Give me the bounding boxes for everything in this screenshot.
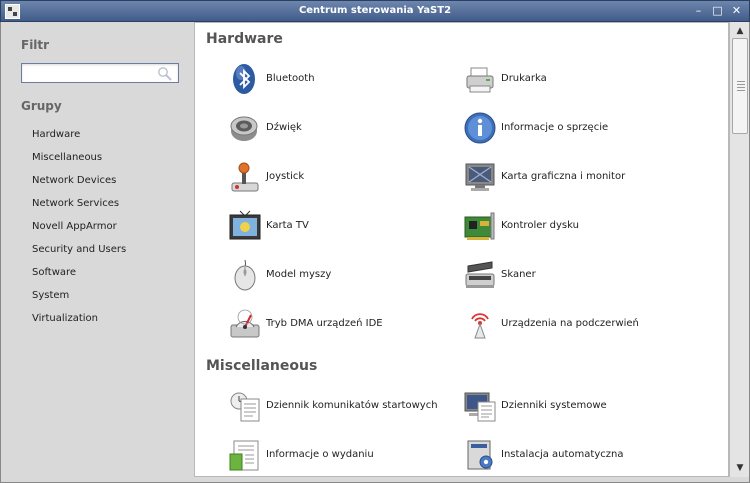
group-network-services[interactable]: Network Services bbox=[32, 197, 126, 220]
title-bar: Centrum sterowania YaST2 – □ ✕ bbox=[0, 0, 750, 22]
tv-card-icon bbox=[229, 210, 261, 240]
scrollbar-thumb[interactable] bbox=[732, 38, 748, 134]
search-icon bbox=[158, 67, 172, 81]
filter-label: Filtr bbox=[21, 38, 50, 52]
module-informacje-o-sprzecie[interactable]: Informacje o sprzęcie bbox=[463, 109, 683, 147]
scroll-up-arrow-icon[interactable]: ▲ bbox=[733, 24, 747, 38]
module-label: Bluetooth bbox=[266, 73, 315, 84]
window-title: Centrum sterowania YaST2 bbox=[298, 5, 452, 16]
scanner-icon bbox=[465, 261, 495, 288]
close-button[interactable]: ✕ bbox=[730, 5, 743, 18]
module-label: Urządzenia na podczerwień bbox=[501, 318, 639, 329]
filter-input[interactable] bbox=[25, 65, 151, 81]
group-list: Hardware Miscellaneous Network Devices N… bbox=[32, 128, 126, 335]
window-body: Filtr Grupy Hardware Miscellaneous Netwo… bbox=[0, 22, 750, 483]
group-network-devices[interactable]: Network Devices bbox=[32, 174, 126, 197]
module-label: Karta TV bbox=[266, 220, 309, 231]
module-kontroler-dysku[interactable]: Kontroler dysku bbox=[463, 207, 683, 245]
module-karta-tv[interactable]: Karta TV bbox=[228, 207, 448, 245]
module-joystick[interactable]: Joystick bbox=[228, 158, 448, 196]
group-novell-apparmor[interactable]: Novell AppArmor bbox=[32, 220, 126, 243]
group-hardware[interactable]: Hardware bbox=[32, 128, 126, 151]
module-label: Karta graficzna i monitor bbox=[501, 171, 626, 182]
module-label: Dźwięk bbox=[266, 122, 302, 133]
module-label: Joystick bbox=[266, 171, 305, 182]
module-label: Instalacja automatyczna bbox=[501, 449, 624, 460]
module-drukarka[interactable]: Drukarka bbox=[463, 60, 683, 98]
section-title-miscellaneous: Miscellaneous bbox=[206, 358, 318, 374]
group-system[interactable]: System bbox=[32, 289, 126, 312]
maximize-button[interactable]: □ bbox=[711, 5, 724, 18]
module-skaner[interactable]: Skaner bbox=[463, 256, 683, 294]
module-label: Informacje o sprzęcie bbox=[501, 122, 609, 133]
groups-label: Grupy bbox=[21, 99, 62, 113]
module-instalacja-automatyczna[interactable]: Instalacja automatyczna bbox=[463, 436, 683, 474]
sidebar: Filtr Grupy Hardware Miscellaneous Netwo… bbox=[1, 22, 194, 482]
bluetooth-icon bbox=[233, 64, 255, 94]
module-label: Tryb DMA urządzeń IDE bbox=[266, 318, 383, 329]
group-miscellaneous[interactable]: Miscellaneous bbox=[32, 151, 126, 174]
info-icon bbox=[464, 112, 496, 144]
scroll-down-arrow-icon[interactable]: ▼ bbox=[733, 461, 747, 475]
module-label: Drukarka bbox=[501, 73, 547, 84]
module-model-myszy[interactable]: Model myszy bbox=[228, 256, 448, 294]
system-log-icon bbox=[464, 392, 496, 422]
minimize-button[interactable]: – bbox=[692, 5, 705, 18]
ide-dma-icon bbox=[230, 309, 260, 338]
module-informacje-o-wydaniu[interactable]: Informacje o wydaniu bbox=[228, 436, 448, 474]
group-virtualization[interactable]: Virtualization bbox=[32, 312, 126, 335]
module-urzadzenia-na-podczerwien[interactable]: Urządzenia na podczerwień bbox=[463, 305, 683, 343]
disk-controller-icon bbox=[464, 212, 495, 240]
module-label: Kontroler dysku bbox=[501, 220, 579, 231]
module-bluetooth[interactable]: Bluetooth bbox=[228, 60, 448, 98]
module-label: Dziennik komunikatów startowych bbox=[266, 400, 438, 411]
module-dzienniki-systemowe[interactable]: Dzienniki systemowe bbox=[463, 387, 683, 425]
module-dzwiek[interactable]: Dźwięk bbox=[228, 109, 448, 147]
vertical-scrollbar[interactable]: ▲ ▼ bbox=[729, 22, 749, 477]
group-security-and-users[interactable]: Security and Users bbox=[32, 243, 126, 266]
mouse-icon bbox=[234, 259, 256, 291]
section-title-hardware: Hardware bbox=[206, 31, 283, 47]
module-label: Skaner bbox=[501, 269, 536, 280]
sound-icon bbox=[230, 116, 258, 141]
infrared-icon bbox=[471, 313, 489, 339]
printer-icon bbox=[466, 67, 494, 93]
group-software[interactable]: Software bbox=[32, 266, 126, 289]
module-label: Informacje o wydaniu bbox=[266, 449, 374, 460]
autoinstall-icon bbox=[467, 440, 493, 470]
search-box[interactable] bbox=[21, 63, 179, 83]
module-label: Dzienniki systemowe bbox=[501, 400, 607, 411]
module-label: Model myszy bbox=[266, 269, 332, 280]
module-dziennik-komunikatow-startowych[interactable]: Dziennik komunikatów startowych bbox=[228, 387, 448, 425]
boot-log-icon bbox=[230, 392, 260, 422]
joystick-icon bbox=[231, 162, 259, 192]
module-panel: Hardware Bluetooth Drukarka Dźwięk Infor… bbox=[194, 22, 729, 477]
release-notes-icon bbox=[229, 440, 259, 471]
module-karta-graficzna-i-monitor[interactable]: Karta graficzna i monitor bbox=[463, 158, 683, 196]
module-tryb-dma[interactable]: Tryb DMA urządzeń IDE bbox=[228, 305, 448, 343]
monitor-icon bbox=[465, 163, 495, 191]
